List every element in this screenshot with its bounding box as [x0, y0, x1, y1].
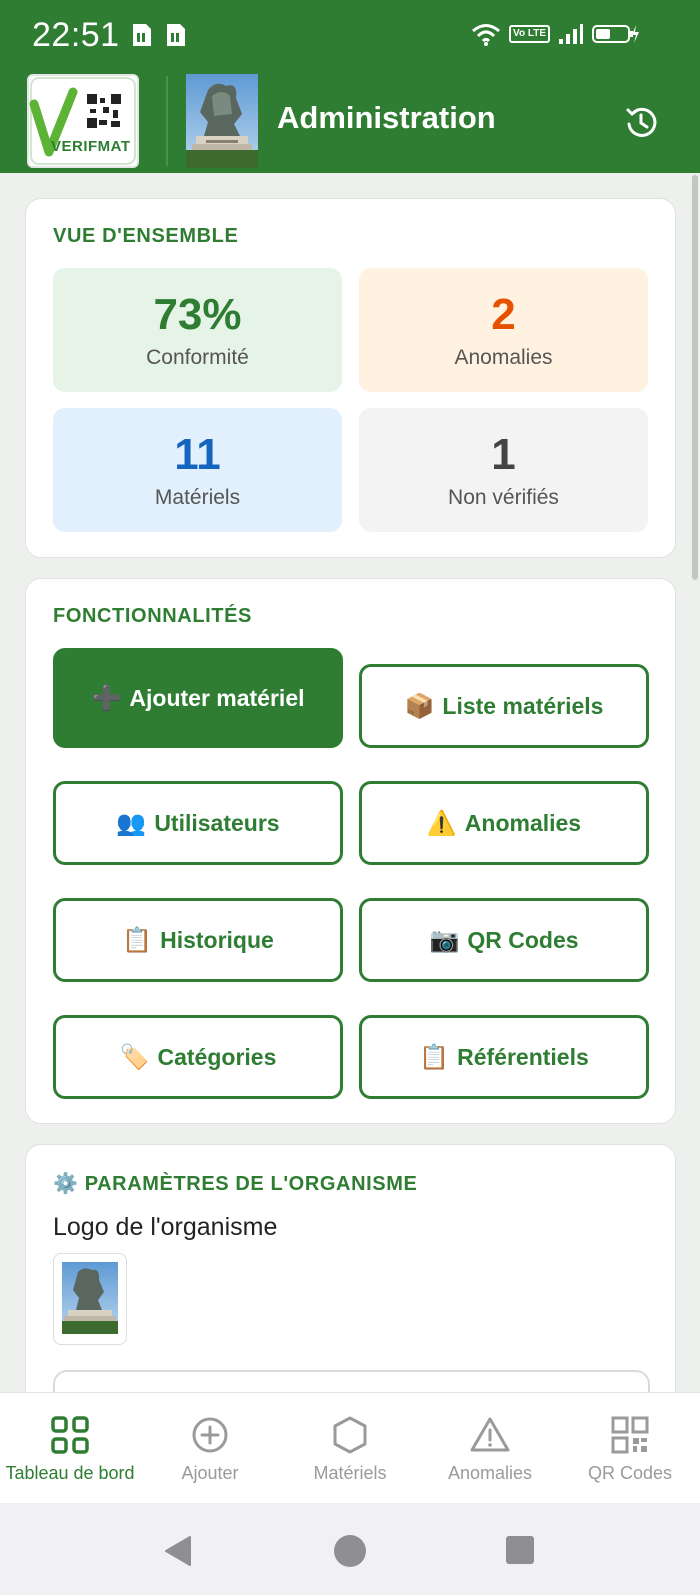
nav-item-materials[interactable]: Matériels — [280, 1393, 420, 1504]
verifmat-logo: VERIFMAT — [27, 74, 139, 168]
add-material-button[interactable]: ➕ Ajouter matériel — [53, 648, 343, 748]
status-time: 22:51 — [32, 16, 120, 54]
back-icon[interactable] — [160, 1533, 196, 1569]
stat-label: Anomalies — [454, 346, 553, 369]
stat-label: Matériels — [154, 486, 241, 509]
sim-card-icon — [133, 24, 151, 46]
sim-card-icon — [167, 24, 185, 46]
button-label: Historique — [160, 926, 274, 953]
clipboard-icon: 📋 — [419, 1043, 450, 1071]
recents-icon[interactable] — [504, 1534, 536, 1566]
stat-label: Conformité — [146, 346, 249, 369]
header-divider — [166, 76, 168, 166]
qr-codes-button[interactable]: 📷 QR Codes — [359, 898, 649, 982]
bottom-navigation: Tableau de bord Ajouter Matériels Anomal… — [0, 1392, 700, 1503]
nav-label: Matériels — [313, 1463, 387, 1483]
stat-unverified: 1 Non vérifiés — [359, 408, 648, 532]
package-icon: 📦 — [404, 692, 435, 720]
button-label: Liste matériels — [442, 692, 604, 719]
nav-item-add[interactable]: Ajouter — [140, 1393, 280, 1504]
stat-label: Non vérifiés — [448, 486, 559, 509]
tag-icon: 🏷️ — [119, 1043, 150, 1071]
warning-icon: ⚠️ — [426, 809, 457, 837]
stat-value: 2 — [491, 290, 516, 339]
status-indicators: Vo LTE — [471, 22, 640, 46]
history-icon[interactable] — [624, 104, 660, 140]
grid-icon — [51, 1416, 89, 1454]
overview-card: VUE D'ENSEMBLE 73% Conformité 2 Anomalie… — [25, 198, 676, 558]
settings-title: ⚙️ PARAMÈTRES DE L'ORGANISME — [53, 1171, 417, 1196]
button-label: Référentiels — [457, 1043, 589, 1070]
categories-button[interactable]: 🏷️ Catégories — [53, 1015, 343, 1099]
material-list-button[interactable]: 📦 Liste matériels — [359, 664, 649, 748]
organism-logo-preview[interactable] — [53, 1253, 127, 1345]
hexagon-icon — [333, 1416, 367, 1454]
logo-label: Logo de l'organisme — [53, 1213, 278, 1241]
logo-text: VERIFMAT — [51, 138, 131, 155]
organism-image — [186, 74, 258, 168]
status-bar: 22:51 Vo LTE — [0, 0, 700, 70]
plus-circle-icon — [192, 1417, 228, 1453]
stat-value: 73% — [153, 290, 242, 339]
nav-label: Tableau de bord — [5, 1463, 135, 1483]
nav-label: Anomalies — [447, 1463, 533, 1483]
features-card: FONCTIONNALITÉS ➕ Ajouter matériel 📦 Lis… — [25, 578, 676, 1124]
nav-item-dashboard[interactable]: Tableau de bord — [0, 1393, 140, 1504]
button-label: Ajouter matériel — [129, 684, 305, 711]
wifi-icon — [472, 24, 500, 46]
stat-conformity: 73% Conformité — [53, 268, 342, 392]
warning-icon — [470, 1417, 510, 1452]
stat-value: 11 — [174, 430, 221, 479]
button-label: QR Codes — [467, 926, 579, 953]
settings-title-text: PARAMÈTRES DE L'ORGANISME — [84, 1173, 418, 1195]
gear-icon: ⚙️ — [53, 1171, 79, 1195]
stat-materials: 11 Matériels — [53, 408, 342, 532]
battery-icon — [592, 25, 639, 43]
users-icon: 👥 — [116, 809, 147, 837]
button-label: Utilisateurs — [154, 809, 280, 836]
stat-anomalies: 2 Anomalies — [359, 268, 648, 392]
button-label: Catégories — [157, 1043, 277, 1070]
app-header: 22:51 Vo LTE VERIFMAT Administration — [0, 0, 700, 173]
nav-item-anomalies[interactable]: Anomalies — [420, 1393, 560, 1504]
users-button[interactable]: 👥 Utilisateurs — [53, 781, 343, 865]
system-navigation-bar — [0, 1503, 700, 1595]
qr-code-icon — [611, 1416, 649, 1454]
anomalies-button[interactable]: ⚠️ Anomalies — [359, 781, 649, 865]
overview-title: VUE D'ENSEMBLE — [53, 225, 239, 247]
scrollbar[interactable] — [692, 175, 698, 580]
nav-label: QR Codes — [587, 1463, 673, 1483]
referentials-button[interactable]: 📋 Référentiels — [359, 1015, 649, 1099]
nav-label: Ajouter — [181, 1463, 239, 1483]
camera-icon: 📷 — [429, 926, 460, 954]
volte-badge: Vo LTE — [509, 25, 550, 43]
features-title: FONCTIONNALITÉS — [53, 605, 252, 627]
plus-icon: ➕ — [91, 684, 122, 712]
history-button[interactable]: 📋 Historique — [53, 898, 343, 982]
clipboard-icon: 📋 — [122, 926, 153, 954]
button-label: Anomalies — [464, 809, 582, 836]
stat-value: 1 — [491, 430, 516, 479]
signal-icon — [559, 24, 583, 44]
page-title: Administration — [277, 100, 496, 135]
home-icon[interactable] — [332, 1533, 368, 1569]
nav-item-qr-codes[interactable]: QR Codes — [560, 1393, 700, 1504]
